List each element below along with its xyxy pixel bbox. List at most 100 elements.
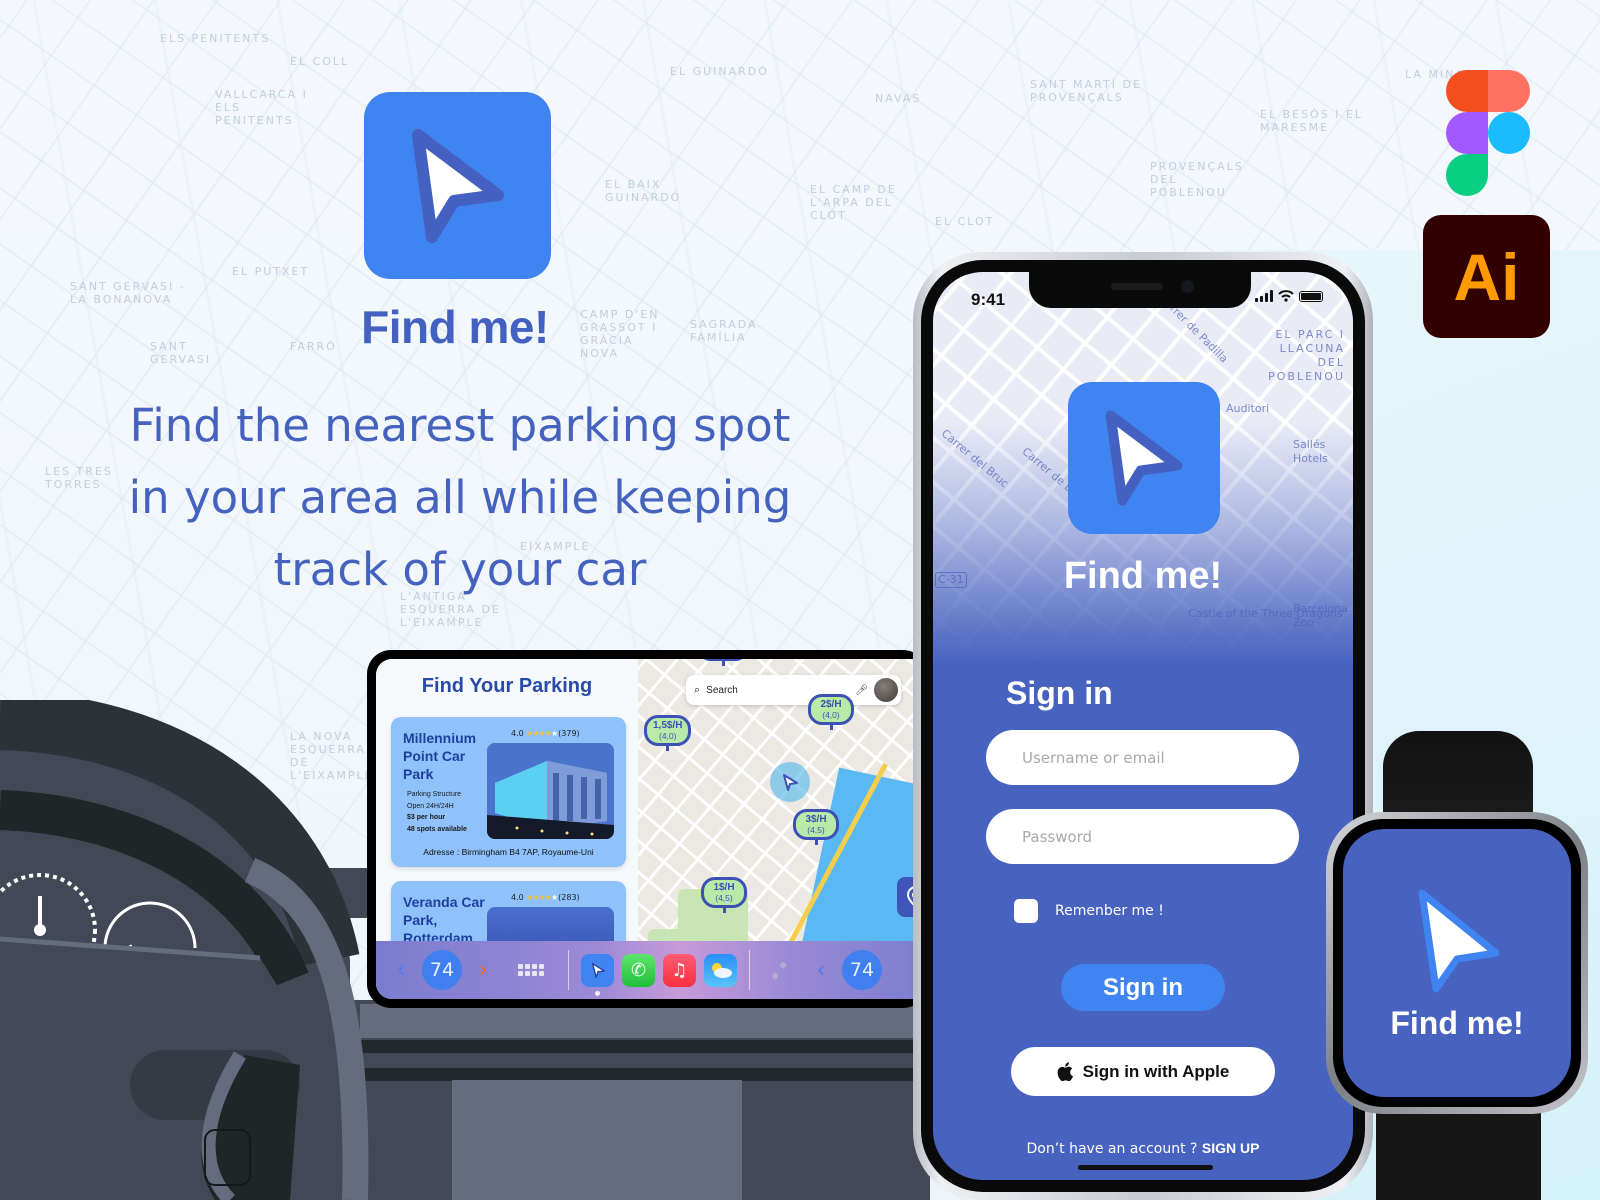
hero-tagline: Find the nearest parking spot in your ar…	[60, 390, 860, 606]
pin-price: 2$/H	[820, 699, 842, 710]
price-pin[interactable]: 2$/H (4,0)	[808, 694, 854, 730]
map-label: El Guinardó	[670, 65, 769, 78]
figma-shape-blue	[1488, 112, 1530, 154]
signin-with-apple-button[interactable]: Sign in with Apple	[1011, 1047, 1275, 1096]
pin-rating: (4,5)	[807, 825, 825, 835]
tagline-line: in your area all while keeping	[128, 471, 792, 524]
rating-value: 4.0	[511, 893, 524, 902]
map-label: Sant Gervasi	[150, 340, 212, 366]
signup-row: Don’t have an account ? SIGN UP	[933, 1140, 1353, 1157]
hero-app-name: Find me!	[361, 301, 549, 353]
avatar[interactable]	[874, 678, 898, 702]
apple-button-label: Sign in with Apple	[1082, 1061, 1230, 1081]
parking-type: Parking Structure	[407, 791, 462, 798]
chevron-left-icon[interactable]: ‹	[386, 958, 416, 983]
map-label: Sagrada Família	[690, 318, 758, 344]
map-label: El Baix Guinardó	[605, 178, 682, 204]
search-icon: ⌕	[694, 683, 701, 696]
map-label: EL PARC I LLACUNA DEL POBLENOU	[1268, 328, 1345, 383]
front-camera	[1181, 280, 1194, 293]
parking-name: Veranda Car Park, Rotterdam	[403, 894, 485, 946]
watch-screen: Find me!	[1343, 829, 1571, 1097]
parking-photo	[487, 743, 614, 839]
pin-price: 1$/H	[713, 882, 735, 893]
dashboard-vent	[452, 1080, 742, 1200]
map-search-bar[interactable]: ⌕ Search 🎤︎	[686, 675, 901, 705]
music-app-icon[interactable]: ♫	[663, 953, 696, 987]
signin-button[interactable]: Sign in	[1061, 964, 1225, 1011]
status-bar-time: 9:41	[971, 290, 1006, 309]
app-title: Find me!	[1063, 555, 1223, 597]
speaker-grill	[1111, 283, 1163, 290]
phone-app-icon[interactable]: ✆	[622, 953, 655, 987]
map-label: Sant Martí de Provençals	[1030, 78, 1142, 104]
price-pin[interactable]: 1,5$/H (4,0)	[644, 715, 692, 751]
tagline-line: track of your car	[273, 543, 647, 596]
navigation-arrow-icon	[1418, 889, 1500, 992]
car-dock: ‹ 74 › ✆ ♫ ‹ 74	[376, 941, 927, 999]
wifi-icon	[1278, 290, 1294, 302]
password-field[interactable]	[986, 809, 1299, 864]
map-label: Auditori	[1226, 402, 1270, 415]
temperature-right[interactable]: 74	[842, 950, 882, 990]
dock-divider	[749, 950, 750, 990]
star-rating-icon: ★★★★	[526, 893, 552, 902]
map-label: El Besòs i el Maresme	[1260, 108, 1364, 134]
signin-heading: Sign in	[1006, 675, 1113, 711]
home-indicator[interactable]	[1078, 1165, 1213, 1170]
cellular-signal-icon	[1255, 290, 1273, 302]
parking-price: $3 per hour	[407, 814, 446, 821]
phone-bezel: EL PARC I LLACUNA DEL POBLENOU Auditori …	[921, 260, 1365, 1192]
car-infotainment-display: Find Your Parking Millennium Point Car P…	[367, 650, 927, 1008]
map-label: El Putxet	[232, 265, 310, 278]
remember-me-row[interactable]: Remenber me !	[1014, 899, 1164, 923]
pin-rating: (4,5)	[715, 893, 733, 903]
watch-band	[1376, 1100, 1541, 1200]
remember-me-checkbox[interactable]	[1014, 899, 1038, 923]
tagline-line: Find the nearest parking spot	[129, 399, 791, 452]
price-pin[interactable]: 1$/H (4,5)	[701, 877, 747, 913]
username-field[interactable]	[986, 730, 1299, 785]
settings-toggle-icon[interactable]	[766, 961, 792, 980]
hero-app-icon	[364, 92, 551, 279]
price-pin[interactable]: 3$/H (4,5)	[793, 809, 839, 845]
weather-app-icon[interactable]	[704, 953, 737, 987]
parking-spots: 48 spots available	[407, 825, 467, 833]
dashboard-trim	[360, 1004, 920, 1038]
navigation-app-icon[interactable]	[581, 953, 614, 996]
map-label: El Camp de l'Arpa del Clot	[810, 183, 897, 222]
current-location-marker	[770, 762, 810, 802]
parking-card[interactable]: Millennium Point Car Park 4.0 ★★★★★(379)	[391, 717, 626, 867]
apple-logo-icon	[1057, 1062, 1073, 1081]
parking-hours: Open 24H/24H	[407, 802, 454, 810]
parking-rating: 4.0 ★★★★★(379)	[511, 729, 580, 738]
app-logo	[1068, 382, 1220, 534]
chevron-right-icon[interactable]: ›	[468, 958, 498, 983]
microphone-icon[interactable]: 🎤︎	[855, 685, 868, 696]
phone-screen: EL PARC I LLACUNA DEL POBLENOU Auditori …	[933, 272, 1353, 1180]
parking-address: Adresse : Birmingham B4 7AP, Royaume-Uni	[423, 847, 594, 857]
dock-divider	[568, 950, 569, 990]
map-label: Sant Gervasi - la Bonanova	[70, 280, 186, 306]
pin-price: 1,5$/H	[653, 720, 683, 731]
temperature-left[interactable]: 74	[422, 950, 462, 990]
pin-rating: (4,0)	[822, 710, 840, 720]
map-label: El Coll	[290, 55, 350, 68]
signup-prompt: Don’t have an account ?	[1026, 1141, 1202, 1157]
battery-icon	[1299, 290, 1323, 302]
review-count: (379)	[558, 729, 580, 738]
rating-value: 4.0	[511, 729, 524, 738]
illustrator-label: Ai	[1453, 239, 1520, 314]
parking-rating: 4.0 ★★★★★(283)	[511, 893, 580, 902]
steering-wheel	[0, 700, 369, 1200]
smartphone: EL PARC I LLACUNA DEL POBLENOU Auditori …	[913, 252, 1373, 1200]
figma-logo	[1446, 70, 1530, 196]
pin-rating: (4,0)	[658, 731, 677, 741]
parking-details: Parking Structure Open 24H/24H $3 per ho…	[407, 789, 467, 835]
navigation-arrow-icon	[411, 128, 504, 243]
star-rating-icon: ★★★★	[526, 729, 552, 738]
app-grid-icon[interactable]	[514, 964, 548, 976]
chevron-left-icon[interactable]: ‹	[806, 958, 836, 983]
price-pin[interactable]: (4,0)	[700, 659, 746, 666]
signup-link[interactable]: SIGN UP	[1202, 1140, 1260, 1156]
